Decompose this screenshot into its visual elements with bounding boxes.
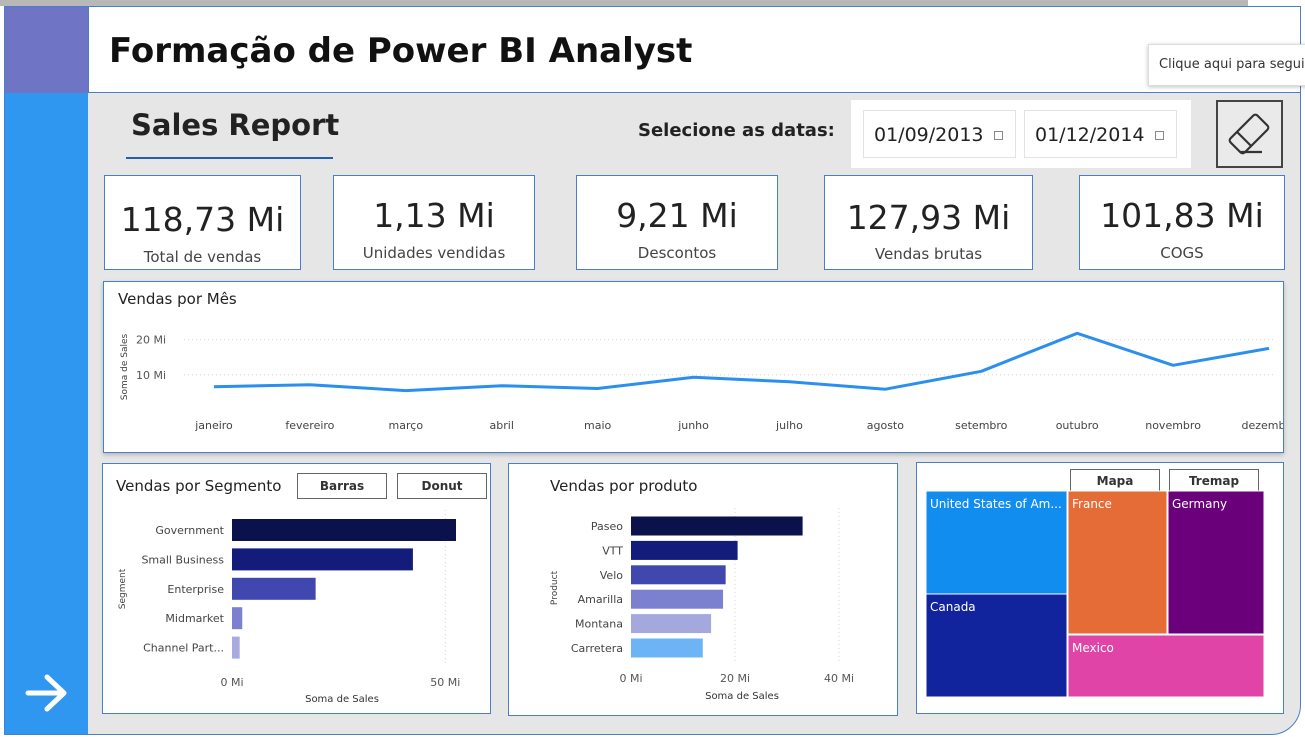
date-label: Selecione as datas: bbox=[638, 120, 835, 141]
x-tick-label: 0 Mi bbox=[220, 676, 243, 689]
x-tick-label: 50 Mi bbox=[430, 676, 460, 689]
category-label: Government bbox=[155, 524, 224, 537]
chart-vendas-por-mes: Vendas por Mês Soma de Sales 10 Mi 20 Mi … bbox=[103, 281, 1284, 453]
bar[interactable] bbox=[631, 540, 738, 560]
category-label: Enterprise bbox=[167, 583, 224, 596]
bar[interactable] bbox=[631, 638, 703, 658]
page-header: Formação de Power BI Analyst bbox=[88, 7, 1300, 93]
category-label: Channel Part... bbox=[143, 642, 224, 655]
category-label: Small Business bbox=[141, 553, 224, 566]
date-slicer: 01/09/2013 01/12/2014 bbox=[851, 100, 1191, 168]
treemap-label: Canada bbox=[930, 600, 976, 614]
x-axis-label: Soma de Sales bbox=[305, 694, 379, 705]
bar[interactable] bbox=[232, 607, 243, 630]
kpi-label: Unidades vendidas bbox=[362, 244, 506, 262]
series-line bbox=[213, 331, 1270, 393]
bar[interactable] bbox=[631, 614, 712, 634]
chart-vendas-por-produto: Vendas por produto Product Soma de Sales… bbox=[508, 463, 898, 716]
x-tick-label: 20 Mi bbox=[720, 672, 750, 685]
bar[interactable] bbox=[232, 636, 240, 659]
kpi-label: Total de vendas bbox=[143, 248, 262, 266]
category-label: Montana bbox=[575, 618, 623, 631]
clear-filters-button[interactable] bbox=[1216, 100, 1283, 168]
treemap-label: France bbox=[1072, 497, 1112, 511]
y-axis-label: Soma de Sales bbox=[120, 333, 130, 400]
treemap-chart: United States of Am... Canada France German… bbox=[925, 490, 1265, 698]
category-label: Midmarket bbox=[165, 612, 224, 625]
kpi-value: 118,73 Mi bbox=[120, 200, 285, 239]
kpi-label: Vendas brutas bbox=[874, 245, 983, 263]
x-tick-label: 0 Mi bbox=[619, 672, 642, 685]
category-label: Carretera bbox=[571, 642, 623, 655]
kpi-vendas-brutas: 127,93 Mi Vendas brutas bbox=[824, 175, 1033, 270]
x-tick-label: julho bbox=[775, 419, 803, 432]
x-tick-label: abril bbox=[490, 419, 514, 432]
x-tick-label: agosto bbox=[867, 419, 904, 432]
chart-vendas-por-segmento: Vendas por Segmento Barras Donut Segment… bbox=[102, 463, 491, 714]
calendar-icon[interactable] bbox=[1155, 131, 1164, 140]
treemap-cell[interactable] bbox=[1167, 490, 1265, 635]
bar[interactable] bbox=[232, 519, 456, 541]
x-tick-label: novembro bbox=[1145, 419, 1201, 432]
date-start-value: 01/09/2013 bbox=[874, 124, 984, 146]
report-title: Sales Report bbox=[131, 108, 340, 142]
app-frame: Formação de Power BI Analyst Sales Repor… bbox=[0, 0, 1305, 737]
x-tick-label: 40 Mi bbox=[824, 672, 854, 685]
tooltip: Clique aqui para seguir bbox=[1148, 44, 1305, 86]
kpi-unidades-vendidas: 1,13 Mi Unidades vendidas bbox=[333, 175, 535, 270]
kpi-cogs: 101,83 Mi COGS bbox=[1079, 175, 1285, 270]
kpi-value: 101,83 Mi bbox=[1100, 196, 1264, 235]
x-axis-label: Soma de Sales bbox=[705, 691, 779, 702]
map-treemap-card: Mapa Tremap United States of Am... Canada… bbox=[916, 462, 1284, 714]
treemap-label: Mexico bbox=[1072, 641, 1114, 655]
bar[interactable] bbox=[631, 516, 803, 536]
line-chart: Soma de Sales 10 Mi 20 Mi janeiro fevereir… bbox=[120, 331, 1284, 432]
bar[interactable] bbox=[631, 565, 726, 585]
x-tick-label: fevereiro bbox=[285, 419, 334, 432]
bar[interactable] bbox=[232, 548, 413, 571]
bar[interactable] bbox=[232, 577, 316, 600]
date-start-input[interactable]: 01/09/2013 bbox=[863, 110, 1016, 158]
sidebar bbox=[5, 93, 88, 734]
category-label: VTT bbox=[602, 544, 623, 557]
kpi-label: Descontos bbox=[637, 244, 717, 262]
category-label: Amarilla bbox=[578, 593, 623, 606]
bar[interactable] bbox=[631, 589, 724, 609]
treemap-label: United States of Am... bbox=[930, 497, 1062, 511]
kpi-value: 1,13 Mi bbox=[373, 196, 495, 235]
y-tick-label: 20 Mi bbox=[136, 334, 166, 347]
category-label: Paseo bbox=[591, 520, 623, 533]
treemap-cell[interactable] bbox=[1067, 490, 1168, 635]
kpi-label: COGS bbox=[1160, 244, 1204, 262]
calendar-icon[interactable] bbox=[994, 131, 1003, 140]
x-tick-label: dezembro bbox=[1242, 419, 1284, 432]
x-tick-label: março bbox=[389, 419, 424, 432]
kpi-value: 127,93 Mi bbox=[846, 198, 1011, 237]
treemap-label: Germany bbox=[1172, 497, 1227, 511]
x-tick-label: setembro bbox=[955, 419, 1008, 432]
arrow-right-icon[interactable] bbox=[25, 673, 69, 713]
date-end-input[interactable]: 01/12/2014 bbox=[1024, 110, 1177, 158]
eraser-icon bbox=[1228, 113, 1270, 155]
x-tick-label: maio bbox=[584, 419, 612, 432]
product-bar-chart: Product Soma de Sales Paseo VTT Velo Amaril… bbox=[550, 508, 854, 702]
corner-block bbox=[5, 7, 88, 93]
y-axis-label: Product bbox=[550, 570, 560, 605]
category-label: Velo bbox=[600, 569, 623, 582]
x-tick-label: janeiro bbox=[194, 419, 233, 432]
x-tick-label: outubro bbox=[1056, 419, 1099, 432]
y-tick-label: 10 Mi bbox=[136, 369, 166, 382]
report-title-underline bbox=[126, 157, 333, 159]
date-end-value: 01/12/2014 bbox=[1035, 124, 1145, 146]
kpi-total-vendas: 118,73 Mi Total de vendas bbox=[104, 175, 301, 270]
x-tick-label: junho bbox=[677, 419, 709, 432]
kpi-value: 9,21 Mi bbox=[616, 196, 738, 235]
y-axis-label: Segment bbox=[118, 568, 128, 609]
page-title: Formação de Power BI Analyst bbox=[109, 31, 693, 71]
segment-bar-chart: Segment Soma de Sales Government Small Bu… bbox=[118, 510, 460, 705]
kpi-descontos: 9,21 Mi Descontos bbox=[576, 175, 778, 270]
